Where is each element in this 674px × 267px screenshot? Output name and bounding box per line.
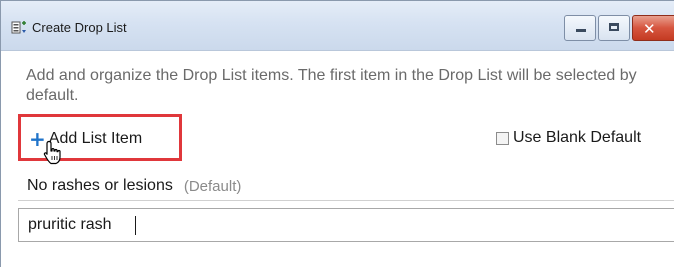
list-item-label: No rashes or lesions [27,177,173,194]
use-blank-default-checkbox[interactable]: Use Blank Default [496,129,641,147]
new-item-input[interactable] [18,208,674,242]
list-item[interactable]: No rashes or lesions (Default) [27,174,241,198]
checkbox-box[interactable] [496,131,509,145]
create-drop-list-window: Create Drop List ✕ Add and organize the … [0,0,674,267]
drop-list-app-icon [11,21,26,34]
maximize-icon [609,23,619,31]
minimize-button[interactable] [564,15,596,41]
use-blank-default-label: Use Blank Default [513,129,642,146]
text-caret [135,216,136,235]
close-icon: ✕ [643,20,656,38]
window-title: Create Drop List [32,20,127,35]
instructions-text: Add and organize the Drop List items. Th… [26,67,637,104]
minimize-icon [576,29,586,32]
list-divider [18,200,674,201]
title-bar[interactable]: Create Drop List ✕ [1,1,674,51]
maximize-button[interactable] [598,15,630,41]
close-button[interactable]: ✕ [632,15,674,41]
hand-pointer-cursor-icon [43,140,61,165]
default-tag: (Default) [183,177,242,195]
